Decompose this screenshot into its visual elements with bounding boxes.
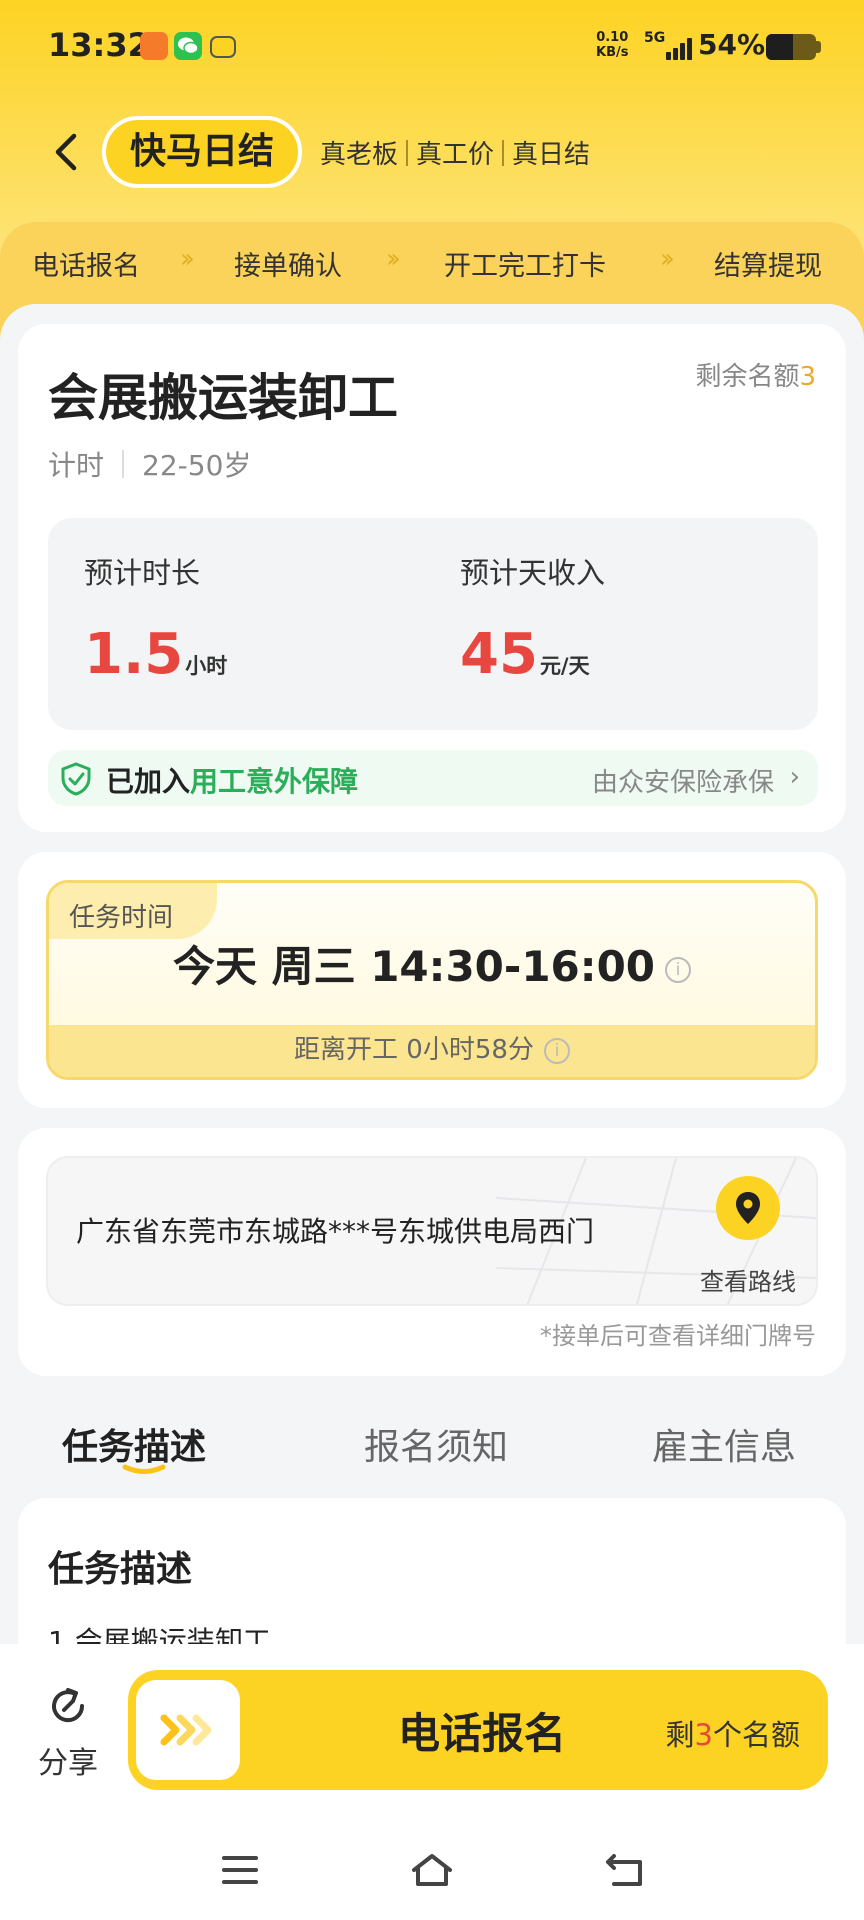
job-meta: 计时 22-50岁 [48, 444, 251, 484]
age-range: 22-50岁 [142, 449, 252, 482]
view-route-link[interactable]: 查看路线 [700, 1262, 796, 1297]
signal-icon [660, 38, 692, 60]
income-value: 45元/天 [460, 622, 590, 687]
status-bar: 13:32 0.10 KB/s 5G 54% [0, 0, 864, 96]
swipe-arrows-icon[interactable] [136, 1680, 240, 1780]
wechat-icon [174, 32, 202, 60]
brand-logo: 快马日结 [102, 116, 302, 188]
status-time: 13:32 [48, 26, 150, 64]
notification-app-icon [140, 32, 168, 60]
home-icon[interactable] [410, 1852, 454, 1888]
tab-active-indicator [122, 1464, 166, 1474]
task-schedule: 今天 周三 14:30-16:00 i [49, 933, 815, 994]
duration-label: 预计时长 [84, 556, 201, 590]
step-label: 结算提现 [714, 251, 822, 282]
address-text: 广东省东莞市东城路***号东城供电局西门 [76, 1215, 595, 1248]
insurance-banner[interactable]: 已加入用工意外保障 由众安保险承保 › [48, 750, 818, 806]
map-pin-icon[interactable] [716, 1176, 780, 1240]
step-label: 电话报名 [32, 251, 140, 282]
tagline-item: 真老板 [320, 140, 399, 170]
insurance-text: 已加入用工意外保障 [106, 765, 359, 798]
cta-label: 电话报名 [398, 1709, 567, 1758]
step-label: 接单确认 [234, 251, 342, 282]
tagline-item: 真日结 [512, 140, 591, 170]
share-icon[interactable] [44, 1682, 92, 1730]
info-icon[interactable]: i [665, 956, 692, 983]
chevron-right-icon: › [789, 762, 800, 792]
info-icon[interactable]: i [543, 1037, 570, 1064]
share-label[interactable]: 分享 [38, 1738, 98, 1782]
process-steps: 电话报名 ›› 接单确认 ›› 开工完工打卡 ›› 结算提现 [0, 244, 864, 284]
tab-signup-notice[interactable]: 报名须知 [364, 1418, 508, 1470]
income-label: 预计天收入 [460, 556, 606, 590]
cta-remaining: 剩3个名额 [665, 1718, 800, 1752]
duration-value: 1.5小时 [84, 622, 228, 687]
shield-check-icon [61, 762, 91, 796]
pay-type: 计时 [48, 449, 105, 482]
sim-icon [210, 36, 236, 58]
chevron-right-icon: ›› [660, 244, 675, 274]
countdown-strip: 距离开工 0小时58分 i [49, 1025, 815, 1077]
battery-icon [766, 34, 816, 60]
tab-employer-info[interactable]: 雇主信息 [652, 1418, 796, 1470]
battery-tip [816, 41, 821, 53]
chevron-right-icon: ›› [386, 244, 401, 274]
task-time-tag: 任务时间 [49, 883, 217, 939]
job-title: 会展搬运装卸工 [48, 369, 398, 427]
tagline-item: 真工价 [416, 140, 495, 170]
tab-task-description[interactable]: 任务描述 [62, 1418, 206, 1470]
remaining-quota: 剩余名额3 [695, 362, 816, 392]
address-box[interactable]: 广东省东莞市东城路***号东城供电局西门 查看路线 [46, 1156, 818, 1306]
back-arrow-icon[interactable] [48, 132, 88, 172]
network-speed: 0.10 KB/s [596, 30, 629, 60]
address-note: *接单后可查看详细门牌号 [540, 1322, 816, 1350]
step-label: 开工完工打卡 [444, 251, 606, 282]
menu-icon[interactable] [220, 1852, 260, 1888]
brand-tagline: 真老板 真工价 真日结 [320, 134, 590, 171]
insurance-provider: 由众安保险承保 [591, 768, 774, 798]
back-nav-icon[interactable] [604, 1852, 646, 1888]
chevron-right-icon: ›› [180, 244, 195, 274]
battery-percent: 54% [698, 28, 766, 61]
description-title: 任务描述 [48, 1549, 193, 1590]
task-time-box: 任务时间 今天 周三 14:30-16:00 i 距离开工 0小时58分 i [46, 880, 818, 1080]
phone-signup-button[interactable]: 电话报名 剩3个名额 [128, 1670, 828, 1790]
